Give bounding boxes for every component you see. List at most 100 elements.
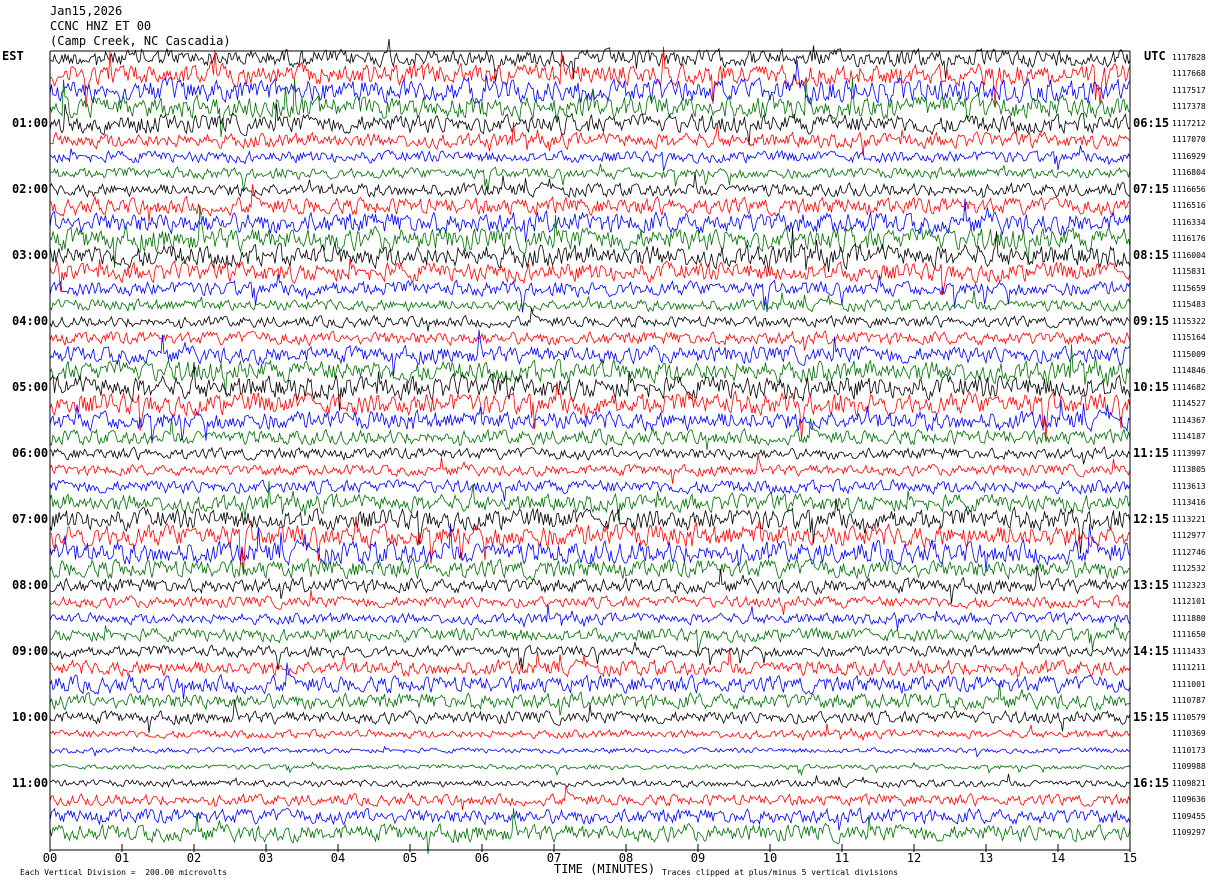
x-tick-label: 05 [403,851,417,865]
x-tick-label: 10 [763,851,777,865]
right-hour-label: 06:15 [1133,115,1170,130]
trace-count-label: 1113221 [1172,514,1206,524]
right-hour-label: 07:15 [1133,181,1170,196]
seismic-trace [49,723,1131,742]
trace-count-label: 1115009 [1172,349,1206,359]
seismic-trace [49,103,1131,146]
seismic-trace [49,198,1131,243]
clip-note: Traces clipped at plus/minus 5 vertical … [662,868,899,877]
trace-count-label: 1113416 [1172,498,1206,508]
trace-count-label: 1116929 [1172,151,1206,161]
seismic-trace [49,382,1131,440]
trace-count-label: 1117828 [1172,53,1206,62]
seismic-trace [49,446,1131,465]
right-hour-label: 14:15 [1133,643,1170,658]
trace-count-label: 1116004 [1172,250,1206,260]
x-tick-label: 01 [115,851,129,865]
left-hour-label: 03:00 [12,247,49,262]
seismic-trace [49,205,1131,268]
x-tick-label: 03 [259,851,273,865]
trace-count-label: 1112532 [1172,564,1206,574]
x-tick-label: 04 [331,851,345,865]
trace-count-label: 1109636 [1172,795,1206,805]
seismic-trace [49,399,1131,444]
seismic-trace [49,662,1131,700]
trace-count-label: 1114527 [1172,399,1206,409]
left-hour-label: 09:00 [12,643,49,658]
right-hour-label: 16:15 [1133,775,1170,790]
right-hour-label: 09:15 [1133,313,1170,328]
x-tick-label: 06 [475,851,489,865]
trace-count-label: 1114682 [1172,382,1206,392]
station-label: (Camp Creek, NC Cascadia) [50,34,231,48]
right-hour-label: 11:15 [1133,445,1170,460]
trace-count-label: 1116516 [1172,201,1206,211]
trace-count-label: 1112977 [1172,531,1206,541]
trace-count-label: 1113805 [1172,465,1206,475]
trace-count-label: 1109988 [1172,762,1206,772]
channel-label: CCNC HNZ ET 00 [50,19,152,33]
trace-count-label: 1116804 [1172,168,1206,178]
seismic-trace [49,604,1131,630]
trace-count-label: 1115659 [1172,283,1206,293]
trace-count-label: 1109455 [1172,811,1206,821]
seismic-trace [49,290,1131,313]
seismic-trace [49,773,1131,789]
seismic-trace [49,121,1131,156]
seismic-trace [49,682,1131,716]
seismic-trace [49,523,1131,573]
seismic-trace [49,589,1131,615]
seismic-trace [49,785,1131,811]
trace-count-label: 1110787 [1172,696,1206,706]
left-hour-label: 06:00 [12,445,49,460]
trace-count-label: 1112101 [1172,597,1206,607]
trace-count-label: 1116176 [1172,234,1206,244]
trace-count-label: 1111433 [1172,646,1206,656]
x-tick-label: 02 [187,851,201,865]
trace-count-label: 1117212 [1172,118,1206,128]
trace-count-label: 1109297 [1172,828,1206,837]
trace-count-label: 1110173 [1172,745,1206,755]
trace-count-label: 1116656 [1172,184,1206,194]
seismic-trace [49,60,1131,106]
trace-count-label: 1113613 [1172,481,1206,491]
left-hour-label: 07:00 [12,511,49,526]
trace-count-label: 1111880 [1172,613,1206,623]
trace-count-label: 1111211 [1172,663,1206,673]
right-hour-label: 10:15 [1133,379,1170,394]
seismic-trace [49,307,1131,332]
plot-date: Jan15,2026 [50,4,123,18]
x-tick-label: 12 [907,851,921,865]
trace-count-label: 1115164 [1172,333,1206,343]
trace-count-label: 1117378 [1172,102,1206,112]
trace-count-label: 1113997 [1172,448,1206,458]
trace-count-label: 1117668 [1172,69,1206,79]
seismic-trace [49,745,1131,758]
seismic-trace [49,145,1131,171]
right-hour-label: 13:15 [1133,577,1170,592]
seismic-trace [49,699,1131,733]
x-tick-label: 14 [1051,851,1065,865]
right-zone-label: UTC [1144,49,1166,63]
left-hour-label: 10:00 [12,709,49,724]
trace-count-label: 1112746 [1172,547,1206,557]
trace-count-label: 1110369 [1172,729,1206,739]
left-zone-label: EST [2,49,24,63]
trace-count-label: 1114187 [1172,432,1206,442]
trace-count-label: 1110579 [1172,712,1206,722]
x-tick-label: 09 [691,851,705,865]
trace-count-label: 1109821 [1172,778,1206,788]
trace-group [49,38,1131,854]
left-hour-label: 05:00 [12,379,49,394]
seismic-trace [49,761,1131,777]
x-axis-label: TIME (MINUTES) [554,862,656,876]
left-hour-label: 02:00 [12,181,49,196]
trace-count-label: 1115483 [1172,300,1206,310]
left-hour-label: 01:00 [12,115,49,130]
trace-count-label: 1115322 [1172,316,1206,326]
seismic-trace [49,454,1131,484]
trace-count-label: 1112323 [1172,580,1206,590]
x-tick-label: 00 [43,851,57,865]
seismic-trace [49,806,1131,831]
right-hour-label: 08:15 [1133,247,1170,262]
